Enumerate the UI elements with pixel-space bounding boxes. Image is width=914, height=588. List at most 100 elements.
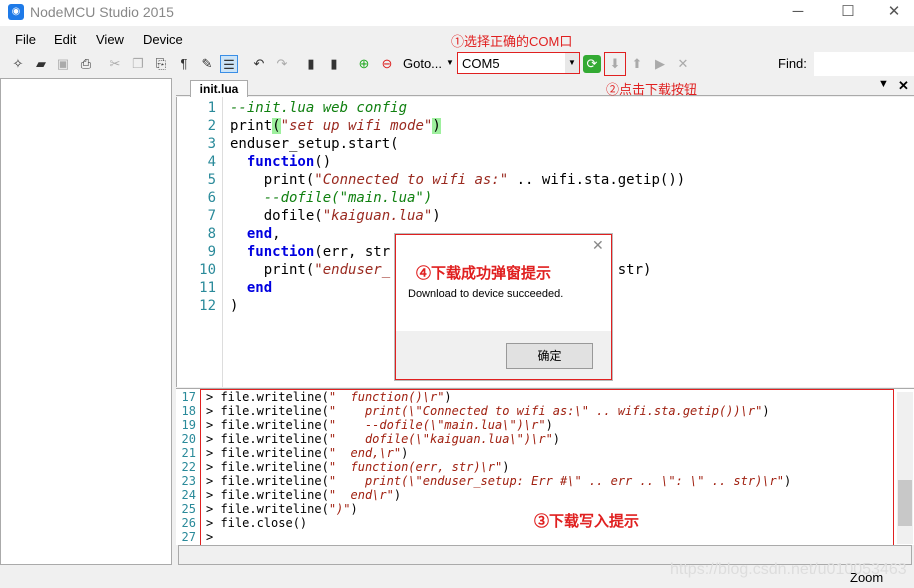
annotation-2: ②点击下载按钮 xyxy=(606,82,698,97)
spellcheck-icon[interactable]: ✎ xyxy=(198,55,216,73)
line-number: 5 xyxy=(207,172,216,188)
code-token: --init.lua web config xyxy=(230,100,408,116)
line-number: 11 xyxy=(199,280,216,296)
console-scrollbar[interactable] xyxy=(897,392,913,544)
add-icon[interactable]: ⊕ xyxy=(355,55,373,73)
success-dialog: ✕ ④下载成功弹窗提示 Download to device succeeded… xyxy=(395,234,612,380)
console-line-number: 26 xyxy=(181,516,196,530)
code-line: end, xyxy=(230,226,281,242)
line-number: 8 xyxy=(207,226,216,242)
menu-file[interactable]: File xyxy=(15,32,36,47)
code-token: () xyxy=(314,154,332,170)
code-token: print( xyxy=(230,172,315,188)
cut-icon[interactable]: ✂ xyxy=(106,55,124,73)
console-line-number: 27 xyxy=(181,530,196,544)
bookmark-prev-icon[interactable]: ▮ xyxy=(302,55,320,73)
code-line: enduser_setup.start( xyxy=(230,136,399,152)
line-number: 4 xyxy=(207,154,216,170)
code-line: --dofile("main.lua") xyxy=(230,190,433,206)
paste-icon[interactable]: ⎘ xyxy=(152,55,170,73)
scrollbar-thumb[interactable] xyxy=(898,480,912,526)
tab-list-icon[interactable]: ▼ xyxy=(878,78,889,90)
code-token: ) xyxy=(230,298,239,314)
console-line-number: 18 xyxy=(181,404,196,418)
find-label: Find: xyxy=(778,56,807,71)
line-number: 6 xyxy=(207,190,216,206)
file-panel xyxy=(0,78,172,565)
minimize-button[interactable]: ─ xyxy=(775,0,821,26)
line-number: 7 xyxy=(207,208,216,224)
watermark: https://blog.csdn.net/u010053463 xyxy=(670,561,907,578)
open-file-icon[interactable]: ▰ xyxy=(32,55,50,73)
upload-icon[interactable]: ⬆ xyxy=(628,55,646,73)
line-number: 3 xyxy=(207,136,216,152)
code-line: end xyxy=(230,280,272,296)
dialog-footer: 确定 xyxy=(396,331,611,379)
find-input[interactable] xyxy=(814,52,914,76)
code-token: (err, str xyxy=(314,244,391,260)
console-line-number: 25 xyxy=(181,502,196,516)
code-token: ) xyxy=(432,208,441,224)
redo-icon[interactable]: ↷ xyxy=(273,55,291,73)
menu-view[interactable]: View xyxy=(96,32,124,47)
new-file-icon[interactable]: ✧ xyxy=(9,55,27,73)
code-line: function() xyxy=(230,154,331,170)
code-line: --init.lua web config xyxy=(230,100,407,116)
bookmark-next-icon[interactable]: ▮ xyxy=(325,55,343,73)
run-icon[interactable]: ▶ xyxy=(651,55,669,73)
menu-device[interactable]: Device xyxy=(143,32,183,47)
app-logo-icon: ◉ xyxy=(8,4,24,20)
print-icon[interactable]: ⎙ xyxy=(77,55,95,73)
line-gutter: 1 2 3 4 5 6 7 8 9 10 11 12 xyxy=(177,97,223,387)
chevron-down-icon[interactable]: ▼ xyxy=(446,58,454,67)
refresh-icon[interactable]: ⟳ xyxy=(583,55,601,73)
console-line-number: 21 xyxy=(181,446,196,460)
console-line-number: 22 xyxy=(181,460,196,474)
copy-icon[interactable]: ❐ xyxy=(129,55,147,73)
code-token: --dofile("main.lua") xyxy=(230,190,433,206)
code-token: "enduser_ xyxy=(314,262,391,278)
line-number: 9 xyxy=(207,244,216,260)
code-token: dofile( xyxy=(230,208,323,224)
console-highlight: ③下载写入提示 xyxy=(200,389,894,547)
ok-button[interactable]: 确定 xyxy=(506,343,593,369)
code-token: "kaiguan.lua" xyxy=(322,208,433,224)
code-token: ) xyxy=(432,118,441,134)
download-highlight xyxy=(604,52,626,76)
code-token: function xyxy=(246,244,315,260)
dialog-close-icon[interactable]: ✕ xyxy=(592,237,604,254)
code-token: print xyxy=(230,118,273,134)
console-line-number: 19 xyxy=(181,418,196,432)
code-line: print("Connected to wifi as:" .. wifi.st… xyxy=(230,172,685,188)
outline-icon[interactable]: ☰ xyxy=(220,55,238,73)
save-icon[interactable]: ▣ xyxy=(54,55,72,73)
code-token: "Connected to wifi as:" xyxy=(314,172,509,188)
stop-icon[interactable]: ✕ xyxy=(674,55,692,73)
console-line-number: 17 xyxy=(181,390,196,404)
code-line: ) xyxy=(230,298,238,314)
window-title: NodeMCU Studio 2015 xyxy=(30,4,174,20)
maximize-button[interactable]: ☐ xyxy=(825,0,871,26)
menu-edit[interactable]: Edit xyxy=(54,32,76,47)
code-token: ( xyxy=(272,118,281,134)
undo-icon[interactable]: ↶ xyxy=(250,55,268,73)
close-button[interactable]: ✕ xyxy=(871,0,914,26)
pilcrow-icon[interactable]: ¶ xyxy=(175,55,193,73)
code-token: end xyxy=(246,280,273,296)
annotation-1: ①选择正确的COM口 xyxy=(451,34,573,49)
tab-strip: ②点击下载按钮 ▼ ✕ xyxy=(176,78,914,97)
remove-icon[interactable]: ⊖ xyxy=(378,55,396,73)
annotation-4: ④下载成功弹窗提示 xyxy=(416,265,552,282)
goto-dropdown[interactable]: Goto... xyxy=(403,56,442,71)
menu-bar: File Edit View Device ①选择正确的COM口 xyxy=(0,26,914,52)
title-bar: ◉ NodeMCU Studio 2015 ─ ☐ ✕ xyxy=(0,0,914,26)
code-token: .. wifi.sta.getip()) xyxy=(508,172,686,188)
close-tab-icon[interactable]: ✕ xyxy=(898,78,909,94)
com-port-select[interactable]: COM5 ▼ xyxy=(457,52,580,74)
console-line-number: 23 xyxy=(181,474,196,488)
chevron-down-icon: ▼ xyxy=(565,53,579,73)
tab-init-lua[interactable]: init.lua xyxy=(190,80,248,97)
